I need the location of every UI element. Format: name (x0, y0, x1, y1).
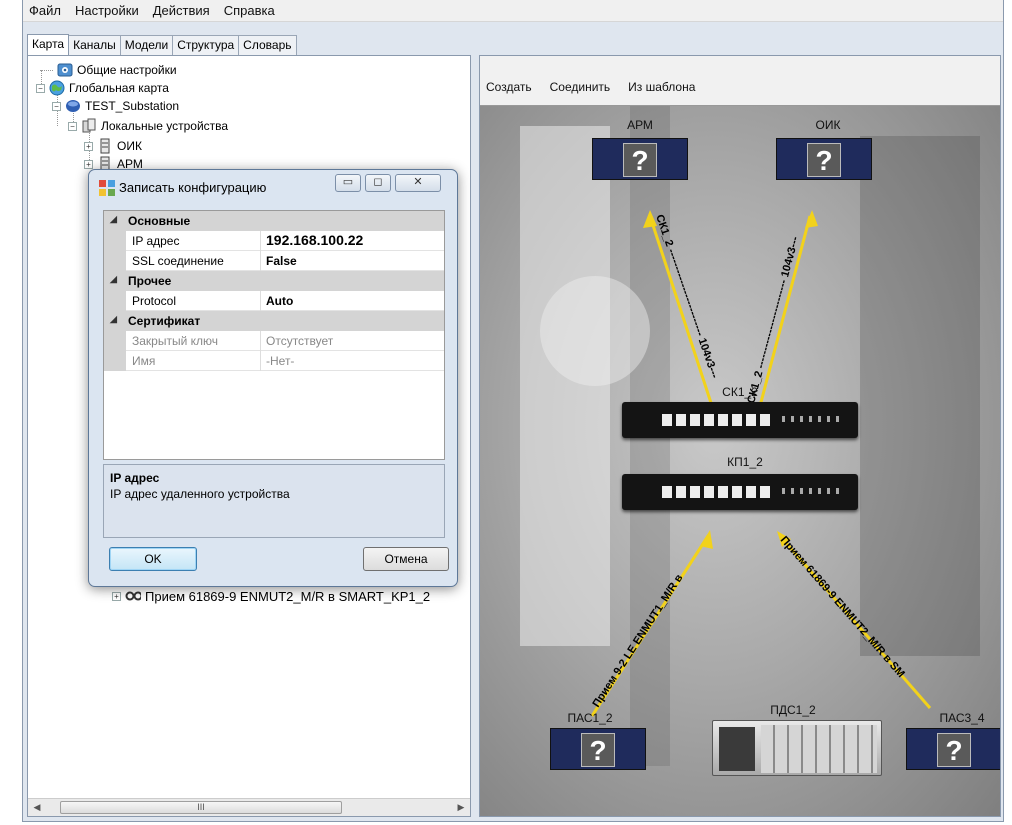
tree-label: Прием 61869-9 ENMUT2_M/R в SMART_KP1_2 (145, 588, 431, 604)
node-label-pds1: ПДС1_2 (770, 703, 816, 717)
horizontal-scrollbar[interactable]: ◀ III ▶ (28, 798, 470, 816)
from-template-button[interactable]: Из шаблона (628, 80, 695, 94)
prop-protocol[interactable]: Protocol Auto (104, 291, 444, 311)
tree-label: Локальные устройства (101, 119, 229, 133)
collapse-icon[interactable]: ◢ (110, 214, 117, 225)
prop-name[interactable]: Имя -Нет- (104, 351, 444, 371)
map-toolbar: Создать Соединить Из шаблона (480, 56, 1000, 106)
tree-item-oik[interactable]: + ОИК (84, 137, 142, 155)
tree-item-reception[interactable]: + Прием 61869-9 ENMUT2_M/R в SMART_KP1_2 (112, 587, 430, 605)
create-button[interactable]: Создать (486, 80, 532, 94)
substation-icon (65, 99, 81, 113)
category-main[interactable]: ◢ Основные (104, 211, 444, 231)
settings-icon (57, 63, 73, 77)
node-label-sk1: СК1_2 (722, 385, 758, 399)
expand-icon[interactable]: + (84, 141, 93, 151)
app-icon (99, 180, 115, 196)
property-grid: ◢ Основные IP адрес 192.168.100.22 SSL с… (103, 210, 445, 460)
edge-label-sk1-arm: СК1_2 ------------------------- 104v3--- (653, 213, 721, 380)
node-pas3[interactable]: ? (906, 728, 1000, 770)
connect-button[interactable]: Соединить (550, 80, 611, 94)
dialog-title: Записать конфигурацию (119, 180, 267, 195)
menu-settings[interactable]: Настройки (75, 3, 139, 18)
collapse-icon[interactable]: − (52, 101, 61, 111)
ip-value[interactable]: 192.168.100.22 (266, 232, 363, 248)
tab-map[interactable]: Карта (27, 34, 70, 56)
prop-private-key[interactable]: Закрытый ключ Отсутствует (104, 331, 444, 351)
node-label-kp1: КП1_2 (727, 455, 763, 469)
node-kp1-switch[interactable] (622, 474, 858, 510)
tree-label: TEST_Substation (85, 99, 180, 113)
tree-label: Глобальная карта (69, 81, 169, 95)
expand-icon[interactable]: + (84, 159, 93, 169)
tree-item-global-map[interactable]: − Глобальная карта (36, 79, 169, 97)
description-title: IP адрес (110, 471, 160, 485)
node-label-pas1: ПАС1_2 (567, 711, 613, 725)
category-certificate[interactable]: ◢ Сертификат (104, 311, 444, 331)
node-oik[interactable]: ? (776, 138, 872, 180)
menu-actions[interactable]: Действия (153, 3, 210, 18)
maximize-button[interactable]: ◻ (365, 174, 391, 192)
collapse-icon[interactable]: − (36, 83, 45, 93)
ok-button[interactable]: OK (109, 547, 197, 571)
scroll-thumb[interactable]: III (60, 801, 342, 814)
node-sk1-switch[interactable] (622, 402, 858, 438)
minimize-button[interactable]: ▭ (335, 174, 361, 192)
question-icon: ? (623, 143, 657, 177)
tree-item-substation[interactable]: − TEST_Substation (52, 97, 179, 115)
map-panel: Создать Соединить Из шаблона СК1_2 -----… (479, 55, 1001, 817)
tab-structure[interactable]: Структура (172, 35, 240, 55)
prop-ssl[interactable]: SSL соединение False (104, 251, 444, 271)
collapse-icon[interactable]: − (68, 121, 77, 131)
devices-icon (81, 118, 97, 133)
menu-file[interactable]: Файл (29, 3, 61, 18)
write-config-dialog: Записать конфигурацию ▭ ◻ ✕ ◢ Основные I… (88, 169, 458, 587)
link-icon (125, 589, 141, 603)
collapse-icon[interactable]: ◢ (110, 274, 117, 285)
tree-label: ОИК (117, 139, 142, 153)
category-other[interactable]: ◢ Прочее (104, 271, 444, 291)
globe-icon (49, 80, 65, 96)
tab-channels[interactable]: Каналы (68, 35, 121, 55)
node-pds1-plc[interactable] (712, 720, 882, 776)
expand-icon[interactable]: + (112, 591, 121, 601)
question-icon: ? (937, 733, 971, 767)
close-button[interactable]: ✕ (395, 174, 441, 192)
tab-dictionary[interactable]: Словарь (238, 35, 297, 55)
node-label-pas3: ПАС3_4 (939, 711, 985, 725)
server-icon (97, 138, 113, 154)
node-label-oik: ОИК (815, 118, 841, 132)
tab-models[interactable]: Модели (119, 35, 174, 55)
cancel-button[interactable]: Отмена (363, 547, 449, 571)
main-tabs: Карта Каналы Модели Структура Словарь (27, 33, 297, 56)
tree-item-local-devices[interactable]: − Локальные устройства (68, 117, 228, 135)
property-description: IP адрес IP адрес удаленного устройства (103, 464, 445, 538)
question-icon: ? (581, 733, 615, 767)
prop-ip-address[interactable]: IP адрес 192.168.100.22 (104, 231, 444, 251)
node-arm[interactable]: ? (592, 138, 688, 180)
tree-label: Общие настройки (77, 63, 177, 77)
scroll-right-icon[interactable]: ▶ (452, 802, 470, 813)
edge-label-pas3: Прием 61869-9 ENMUT2_M/R в SM (778, 534, 907, 680)
map-canvas[interactable]: СК1_2 ------------------------- 104v3---… (480, 106, 1000, 816)
description-text: IP адрес удаленного устройства (110, 487, 290, 501)
scroll-left-icon[interactable]: ◀ (28, 802, 46, 813)
menu-bar: Файл Настройки Действия Справка (23, 0, 1003, 22)
collapse-icon[interactable]: ◢ (110, 314, 117, 325)
edge-label-sk1-oik: СК1_2 ------------------------- 104v3--- (745, 235, 801, 405)
node-pas1[interactable]: ? (550, 728, 646, 770)
question-icon: ? (807, 143, 841, 177)
menu-help[interactable]: Справка (224, 3, 275, 18)
edge-label-pas1: Прием 9-2 LE ENMUT1_M/R в (590, 572, 685, 710)
node-label-arm: АРМ (627, 118, 653, 132)
tree-item-general-settings[interactable]: Общие настройки (40, 61, 177, 79)
